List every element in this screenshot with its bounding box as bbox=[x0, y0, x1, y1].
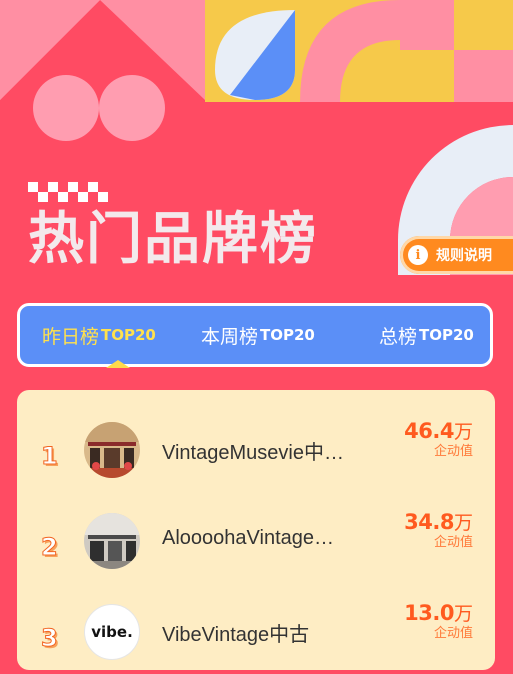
rank-number: 1 bbox=[41, 442, 59, 471]
brand-name: VibeVintage中古 bbox=[162, 624, 310, 646]
tab-total[interactable]: 总榜 TOP20 bbox=[379, 306, 474, 364]
brand-avatar bbox=[84, 513, 140, 569]
tab-suffix: TOP20 bbox=[101, 326, 156, 344]
ranking-list: 1 VintageMusevie中… 46.4万 企动值 2 AloooohaV… bbox=[17, 390, 495, 670]
rank-number: 2 bbox=[41, 533, 59, 562]
score: 34.8万 企动值 bbox=[404, 508, 473, 550]
active-tab-indicator bbox=[106, 360, 130, 368]
tab-suffix: TOP20 bbox=[260, 326, 315, 344]
list-item[interactable]: 2 AloooohaVintage… 34.8万 企动值 bbox=[17, 510, 495, 583]
list-item[interactable]: 3 vibe. VibeVintage中古 13.0万 企动值 bbox=[17, 601, 495, 674]
tab-week[interactable]: 本周榜 TOP20 bbox=[201, 306, 315, 364]
brand-name: AloooohaVintage… bbox=[162, 527, 334, 549]
tab-label: 昨日榜 bbox=[42, 326, 100, 348]
page-title: 热门品牌榜 bbox=[28, 207, 318, 272]
tab-yesterday[interactable]: 昨日榜 TOP20 bbox=[42, 306, 156, 364]
rank-number: 3 bbox=[41, 624, 59, 653]
info-icon: i bbox=[408, 245, 428, 265]
list-item[interactable]: 1 VintageMusevie中… 46.4万 企动值 bbox=[17, 419, 495, 492]
score: 13.0万 企动值 bbox=[404, 599, 473, 641]
rules-label: 规则说明 bbox=[436, 247, 492, 263]
tab-label: 总榜 bbox=[379, 326, 418, 348]
tab-suffix: TOP20 bbox=[419, 326, 474, 344]
brand-name: VintageMusevie中… bbox=[162, 442, 344, 464]
brand-avatar bbox=[84, 422, 140, 478]
tab-label: 本周榜 bbox=[201, 326, 259, 348]
checker-pattern bbox=[28, 182, 108, 202]
brand-logo-text: vibe. bbox=[91, 623, 133, 641]
rules-button[interactable]: i 规则说明 bbox=[400, 236, 513, 274]
score: 46.4万 企动值 bbox=[404, 417, 473, 459]
brand-avatar: vibe. bbox=[84, 604, 140, 660]
tab-bar: 昨日榜 TOP20 本周榜 TOP20 总榜 TOP20 bbox=[17, 303, 493, 368]
